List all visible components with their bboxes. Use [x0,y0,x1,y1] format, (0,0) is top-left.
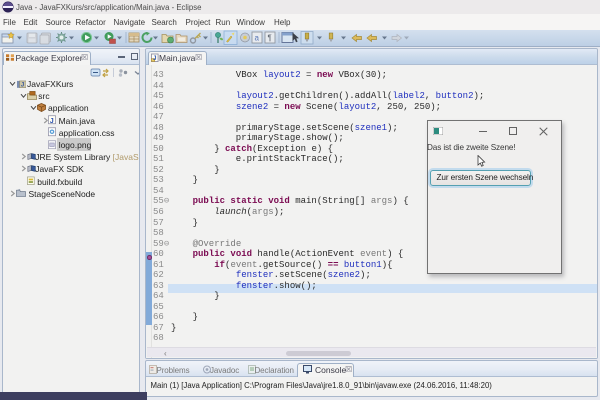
svg-text:J: J [21,82,24,87]
svg-text:¶: ¶ [268,34,272,43]
svg-text:a: a [255,34,260,43]
svg-text:J: J [50,117,54,125]
svg-text:J: J [153,55,157,62]
